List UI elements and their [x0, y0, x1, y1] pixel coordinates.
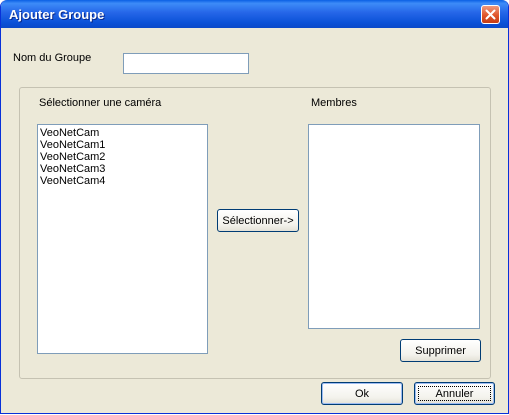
dialog-window: Ajouter Groupe Nom du Groupe Sélectionne… [0, 0, 509, 414]
group-name-input[interactable] [123, 53, 249, 74]
members-list-label: Membres [311, 97, 357, 109]
camera-listbox[interactable]: VeoNetCam VeoNetCam1 VeoNetCam2 VeoNetCam3 V… [37, 124, 208, 354]
close-icon [485, 9, 496, 20]
list-item[interactable]: VeoNetCam1 [40, 139, 205, 151]
list-item[interactable]: VeoNetCam2 [40, 151, 205, 163]
ok-button[interactable]: Ok [321, 382, 403, 405]
remove-button[interactable]: Supprimer [400, 339, 481, 362]
cancel-button-label: Annuler [435, 387, 474, 400]
title-bar[interactable]: Ajouter Groupe [1, 0, 508, 28]
camera-list-label: Sélectionner une caméra [39, 97, 162, 109]
select-button[interactable]: Sélectionner-> [217, 209, 299, 232]
list-item[interactable]: VeoNetCam4 [40, 175, 205, 187]
close-button[interactable] [481, 5, 500, 24]
members-listbox[interactable] [308, 124, 480, 329]
list-item[interactable]: VeoNetCam [40, 127, 205, 139]
window-title: Ajouter Groupe [9, 7, 105, 22]
cancel-button[interactable]: Annuler [414, 382, 495, 405]
group-name-label: Nom du Groupe [13, 52, 92, 64]
list-item[interactable]: VeoNetCam3 [40, 163, 205, 175]
